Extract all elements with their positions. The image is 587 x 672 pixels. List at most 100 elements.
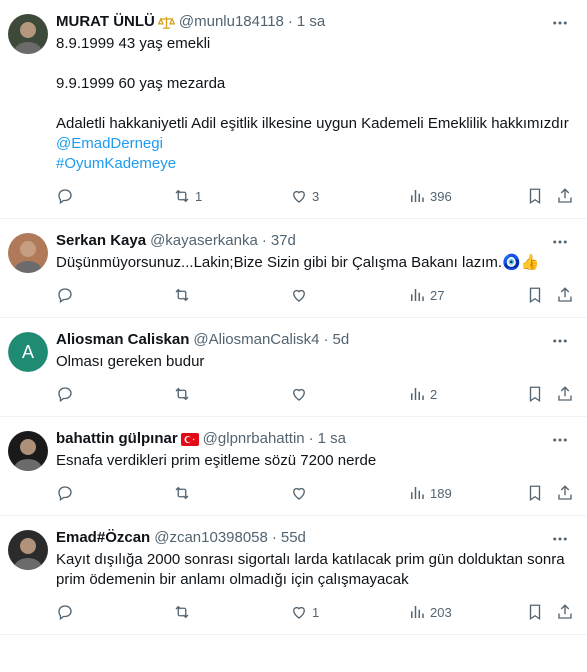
views-button[interactable]: 189 bbox=[408, 484, 452, 502]
views-count: 203 bbox=[430, 604, 452, 620]
timestamp[interactable]: 5d bbox=[333, 330, 350, 350]
views-count: 2 bbox=[430, 386, 438, 402]
reply-button[interactable] bbox=[56, 484, 78, 502]
views-button[interactable]: 27 bbox=[408, 286, 444, 304]
avatar[interactable] bbox=[8, 530, 48, 570]
share-button[interactable] bbox=[556, 385, 574, 403]
more-icon[interactable] bbox=[551, 233, 569, 251]
author-handle[interactable]: @AliosmanCalisk4 bbox=[193, 330, 319, 350]
like-button[interactable] bbox=[290, 385, 312, 403]
tweet-header: Aliosman Caliskan @AliosmanCalisk4 · 5d bbox=[56, 330, 571, 350]
tweet[interactable]: Serkan Kaya @kayaserkanka · 37d Düşünmüy… bbox=[0, 219, 587, 318]
retweet-icon bbox=[175, 288, 189, 302]
retweet-button[interactable] bbox=[173, 385, 195, 403]
bookmark-icon bbox=[529, 604, 541, 621]
author-handle[interactable]: @kayaserkanka bbox=[150, 231, 258, 251]
timestamp[interactable]: 1 sa bbox=[318, 429, 346, 449]
like-icon bbox=[293, 487, 305, 500]
author-handle[interactable]: @munlu184118 bbox=[179, 12, 284, 32]
retweet-button[interactable]: 1 bbox=[173, 187, 202, 205]
share-button[interactable] bbox=[556, 603, 574, 621]
bookmark-icon bbox=[529, 287, 541, 304]
timestamp[interactable]: 37d bbox=[271, 231, 296, 251]
tweet[interactable]: bahattin gülpınar @glpnrbahattin · 1 sa … bbox=[0, 417, 587, 516]
like-icon bbox=[293, 388, 305, 401]
tweet-text-line: Adaletli hakkaniyetli Adil eşitlik ilkes… bbox=[56, 115, 569, 132]
avatar[interactable] bbox=[8, 14, 48, 54]
retweet-button[interactable] bbox=[173, 286, 195, 304]
more-icon[interactable] bbox=[551, 431, 569, 449]
views-button[interactable]: 396 bbox=[408, 187, 452, 205]
tweet-text-line: Kayıt dışılığa 2000 sonrası sigortalı la… bbox=[56, 551, 565, 588]
bookmark-button[interactable] bbox=[526, 385, 544, 403]
like-count: 3 bbox=[312, 188, 320, 204]
share-button[interactable] bbox=[556, 187, 574, 205]
share-button[interactable] bbox=[556, 286, 574, 304]
views-button[interactable]: 2 bbox=[408, 385, 437, 403]
like-count: 1 bbox=[312, 604, 320, 620]
share-icon bbox=[558, 188, 572, 203]
tweet[interactable]: A Aliosman Caliskan @AliosmanCalisk4 · 5… bbox=[0, 318, 587, 417]
author-name[interactable]: Serkan Kaya bbox=[56, 231, 146, 251]
tweet-text-line bbox=[56, 54, 571, 74]
author-name[interactable]: Emad#Özcan bbox=[56, 528, 150, 548]
tweet-text-line: Olması gereken budur bbox=[56, 353, 205, 370]
author-name[interactable]: bahattin gülpınar bbox=[56, 429, 178, 449]
like-button[interactable] bbox=[290, 286, 312, 304]
reply-button[interactable] bbox=[56, 187, 78, 205]
reply-icon bbox=[58, 605, 72, 621]
avatar[interactable] bbox=[8, 233, 48, 273]
retweet-button[interactable] bbox=[173, 603, 195, 621]
separator-dot: · bbox=[261, 232, 267, 249]
bookmark-button[interactable] bbox=[526, 286, 544, 304]
turkey-flag-icon bbox=[180, 432, 199, 446]
retweet-button[interactable] bbox=[173, 484, 195, 502]
reply-icon bbox=[58, 486, 72, 502]
avatar[interactable]: A bbox=[8, 332, 48, 372]
separator-dot: · bbox=[308, 430, 314, 447]
more-icon[interactable] bbox=[551, 14, 569, 32]
reply-icon bbox=[58, 288, 72, 304]
views-icon bbox=[411, 289, 424, 301]
more-icon[interactable] bbox=[551, 530, 569, 548]
tweet-actions: 1 203 bbox=[56, 590, 574, 634]
reply-icon bbox=[58, 387, 72, 403]
tweet-text-line: Düşünmüyorsunuz...Lakin;Bize Sizin gibi … bbox=[56, 254, 540, 271]
tweet[interactable]: Emad#Özcan @zcan10398058 · 55d Kayıt dış… bbox=[0, 516, 587, 635]
avatar[interactable] bbox=[8, 431, 48, 471]
bookmark-icon bbox=[529, 485, 541, 502]
like-button[interactable]: 1 bbox=[290, 603, 319, 621]
hashtag-link[interactable]: #OyumKademeye bbox=[56, 154, 571, 174]
views-count: 27 bbox=[430, 287, 445, 303]
tweet-text: Kayıt dışılığa 2000 sonrası sigortalı la… bbox=[56, 550, 571, 590]
bookmark-button[interactable] bbox=[526, 603, 544, 621]
share-button[interactable] bbox=[556, 484, 574, 502]
bookmark-button[interactable] bbox=[526, 187, 544, 205]
author-handle[interactable]: @glpnrbahattin bbox=[203, 429, 305, 449]
tweet-text-line: 8.9.1999 43 yaş emekli bbox=[56, 35, 211, 52]
like-button[interactable] bbox=[290, 484, 312, 502]
like-icon bbox=[293, 190, 305, 203]
bookmark-button[interactable] bbox=[526, 484, 544, 502]
tweet[interactable]: MURAT ÜNLÜ @munlu184118 · 1 sa 8.9.1999 … bbox=[0, 0, 587, 219]
reply-button[interactable] bbox=[56, 385, 78, 403]
retweet-icon bbox=[175, 486, 189, 500]
scales-icon bbox=[157, 15, 175, 30]
views-button[interactable]: 203 bbox=[408, 603, 452, 621]
like-icon bbox=[293, 606, 305, 619]
reply-button[interactable] bbox=[56, 603, 78, 621]
reply-button[interactable] bbox=[56, 286, 78, 304]
share-icon bbox=[558, 604, 572, 619]
author-handle[interactable]: @zcan10398058 bbox=[154, 528, 268, 548]
timestamp[interactable]: 55d bbox=[281, 528, 306, 548]
author-name[interactable]: MURAT ÜNLÜ bbox=[56, 12, 155, 32]
more-icon[interactable] bbox=[551, 332, 569, 350]
mention-link[interactable]: @EmadDernegi bbox=[56, 134, 571, 154]
tweet-text: Düşünmüyorsunuz...Lakin;Bize Sizin gibi … bbox=[56, 253, 571, 273]
retweet-icon bbox=[175, 387, 189, 401]
author-name[interactable]: Aliosman Caliskan bbox=[56, 330, 189, 350]
like-button[interactable]: 3 bbox=[290, 187, 319, 205]
retweet-icon bbox=[175, 605, 189, 619]
separator-dot: · bbox=[271, 529, 277, 546]
timestamp[interactable]: 1 sa bbox=[297, 12, 325, 32]
